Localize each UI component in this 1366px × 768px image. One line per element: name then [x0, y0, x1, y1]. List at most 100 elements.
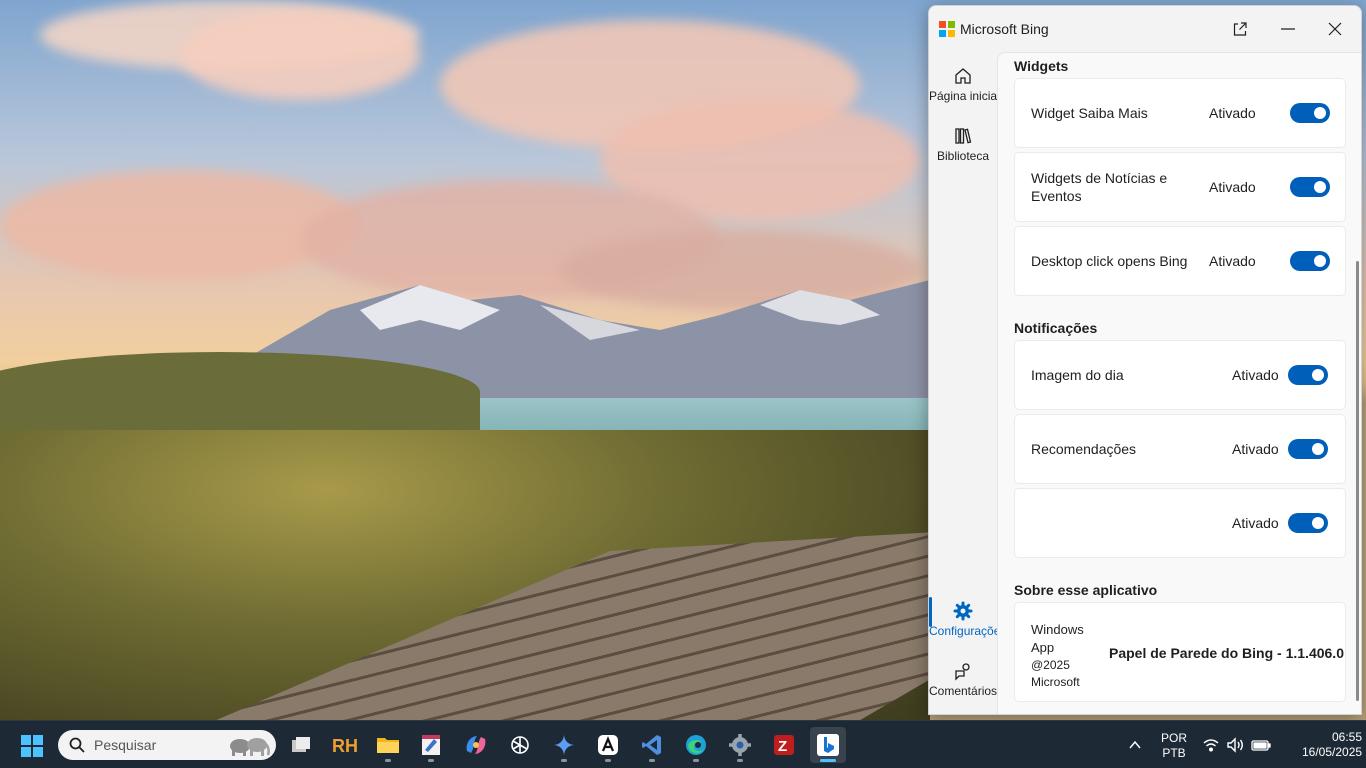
home-icon	[955, 68, 971, 84]
setting-card-news-events: Widgets de Notícias e Eventos Ativado	[1014, 152, 1346, 222]
language-code: POR	[1160, 731, 1187, 745]
chatgpt-icon	[511, 736, 529, 754]
taskbar-app-a[interactable]	[590, 727, 626, 763]
volume-icon[interactable]	[1226, 737, 1244, 753]
setting-state: Ativado	[1232, 515, 1279, 531]
app-version: Papel de Parede do Bing - 1.1.406.0	[1109, 645, 1344, 661]
folder-icon	[377, 738, 399, 753]
minimize-icon	[1281, 28, 1295, 30]
toggle-switch[interactable]	[1290, 177, 1330, 197]
task-view-icon	[292, 737, 310, 752]
setting-card-recommendations: Recomendações Ativado	[1014, 414, 1346, 484]
setting-label: Desktop click opens Bing	[1031, 253, 1188, 269]
nav-label-home: Página inicial	[929, 89, 997, 103]
about-line-3: @2025	[1031, 658, 1070, 672]
wifi-icon[interactable]	[1203, 738, 1219, 752]
edge-icon	[686, 735, 706, 755]
copilot-icon	[466, 736, 486, 754]
filezilla-icon: Z	[774, 735, 794, 755]
about-publisher: Windows App @2025 Microsoft	[1031, 621, 1101, 691]
nav-label-settings: Configurações	[929, 624, 997, 638]
taskbar-app-rh[interactable]: RH	[326, 727, 362, 763]
nav-label-library: Biblioteca	[936, 149, 990, 163]
setting-card-saiba-mais: Widget Saiba Mais Ativado	[1014, 78, 1346, 148]
share-button[interactable]	[1220, 14, 1260, 44]
taskbar-bing[interactable]	[810, 727, 846, 763]
scrollbar[interactable]	[1356, 261, 1359, 701]
share-icon	[1233, 22, 1247, 36]
title-bar[interactable]: Microsoft Bing	[929, 6, 1361, 52]
about-line-2: App	[1031, 640, 1055, 655]
setting-label: Widgets de Notícias e Eventos	[1031, 170, 1168, 204]
section-title-widgets: Widgets	[1014, 58, 1069, 74]
setting-label: Imagem do dia	[1031, 367, 1124, 383]
nav-item-library[interactable]: Biblioteca	[929, 126, 997, 176]
clock[interactable]: 06:55 16/05/2025	[1302, 730, 1362, 760]
nav-active-indicator	[929, 597, 932, 627]
paint-app-icon	[422, 735, 440, 755]
battery-icon[interactable]	[1251, 738, 1271, 752]
about-card: Windows App @2025 Microsoft Papel de Par…	[1014, 602, 1346, 702]
setting-label: Recomendações	[1031, 441, 1137, 457]
taskbar-filezilla[interactable]: Z	[766, 727, 802, 763]
nav-item-home[interactable]: Página inicial	[929, 66, 997, 116]
svg-text:RH: RH	[332, 736, 357, 756]
nav-item-feedback[interactable]: Comentários	[929, 661, 997, 711]
taskbar-gemini[interactable]	[546, 727, 582, 763]
search-icon	[69, 737, 85, 753]
taskbar-copilot[interactable]	[458, 727, 494, 763]
toggle-switch[interactable]	[1288, 365, 1328, 385]
setting-state: Ativado	[1232, 367, 1279, 383]
library-icon	[955, 128, 972, 144]
setting-state: Ativado	[1209, 105, 1256, 121]
taskbar: Pesquisar RH Z POR PTB 06:55 16/05/2025	[0, 720, 1366, 768]
nav-rail: Página inicial Biblioteca Configurações	[929, 52, 997, 714]
taskbar-file-explorer[interactable]	[370, 727, 406, 763]
close-button[interactable]	[1315, 14, 1355, 44]
setting-card-image-of-day: Imagem do dia Ativado	[1014, 340, 1346, 410]
about-line-1: Windows	[1031, 622, 1084, 637]
setting-label: Widget Saiba Mais	[1031, 105, 1148, 121]
windows-logo-icon	[21, 735, 31, 745]
vscode-icon	[642, 735, 661, 755]
settings-content[interactable]: Widgets Widget Saiba Mais Ativado Widget…	[997, 52, 1361, 714]
nav-label-feedback: Comentários	[929, 684, 997, 698]
setting-state: Ativado	[1209, 179, 1256, 195]
about-line-4: Microsoft	[1031, 675, 1080, 689]
taskbar-paint[interactable]	[413, 727, 449, 763]
search-placeholder: Pesquisar	[94, 737, 157, 753]
clock-date: 16/05/2025	[1302, 745, 1363, 759]
section-title-about: Sobre esse aplicativo	[1014, 582, 1158, 598]
svg-text:Z: Z	[778, 738, 787, 755]
gear-icon	[953, 601, 973, 621]
rh-app-icon: RH	[332, 736, 357, 756]
feedback-icon	[955, 663, 970, 681]
nav-item-settings[interactable]: Configurações	[929, 601, 997, 651]
window-title: Microsoft Bing	[960, 21, 1049, 37]
language-indicator[interactable]: POR PTB	[1158, 731, 1190, 761]
settings-gear-icon	[729, 734, 751, 756]
toggle-switch[interactable]	[1290, 103, 1330, 123]
a-app-icon	[598, 735, 618, 755]
toggle-switch[interactable]	[1290, 251, 1330, 271]
task-view-button[interactable]	[283, 727, 319, 763]
setting-state: Ativado	[1232, 441, 1279, 457]
toggle-switch[interactable]	[1288, 513, 1328, 533]
taskbar-vscode[interactable]	[634, 727, 670, 763]
taskbar-edge[interactable]	[678, 727, 714, 763]
clock-time: 06:55	[1331, 730, 1362, 744]
bing-window: Microsoft Bing Página inicial Biblioteca	[928, 5, 1362, 715]
close-icon	[1328, 22, 1342, 36]
keyboard-layout: PTB	[1162, 746, 1186, 760]
taskbar-search[interactable]: Pesquisar	[58, 730, 276, 760]
elephants-highlight-icon	[230, 738, 270, 756]
setting-card-unlabeled: Ativado	[1014, 488, 1346, 558]
taskbar-chatgpt[interactable]	[502, 727, 538, 763]
start-button[interactable]	[14, 730, 50, 760]
minimize-button[interactable]	[1268, 14, 1308, 44]
gemini-icon	[554, 735, 574, 755]
chevron-up-icon[interactable]	[1128, 738, 1142, 752]
taskbar-settings[interactable]	[722, 727, 758, 763]
toggle-switch[interactable]	[1288, 439, 1328, 459]
setting-card-desktop-click: Desktop click opens Bing Ativado	[1014, 226, 1346, 296]
